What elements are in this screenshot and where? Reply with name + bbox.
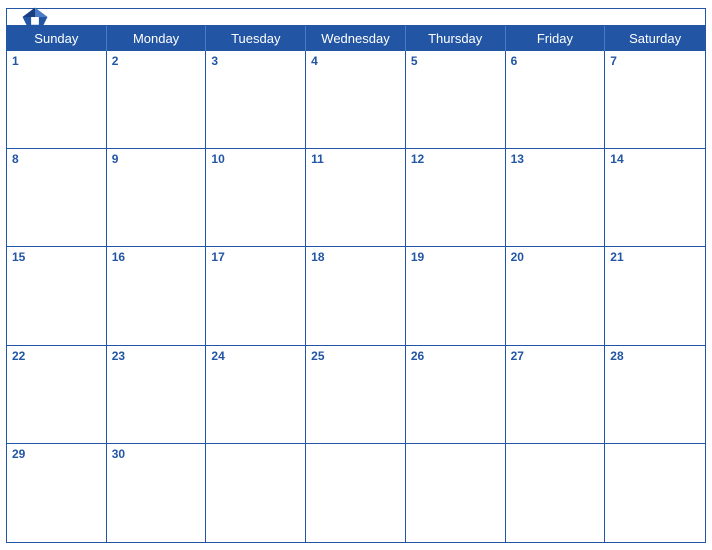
day-cell: 15 — [7, 247, 107, 344]
week-row-4: 22 23 24 25 26 27 28 — [7, 346, 705, 444]
calendar-header — [7, 9, 705, 25]
day-number: 15 — [12, 250, 101, 264]
day-number: 5 — [411, 54, 500, 68]
day-cell: 28 — [605, 346, 705, 443]
day-number: 14 — [610, 152, 700, 166]
day-number: 2 — [112, 54, 201, 68]
day-cell: 7 — [605, 51, 705, 148]
generalblue-logo-icon — [21, 6, 49, 28]
day-cell: 24 — [206, 346, 306, 443]
day-number: 16 — [112, 250, 201, 264]
day-number: 28 — [610, 349, 700, 363]
day-number: 7 — [610, 54, 700, 68]
day-number: 29 — [12, 447, 101, 461]
day-cell: 3 — [206, 51, 306, 148]
day-cell — [306, 444, 406, 541]
day-cell: 29 — [7, 444, 107, 541]
day-cell: 14 — [605, 149, 705, 246]
day-cell: 9 — [107, 149, 207, 246]
day-header-wednesday: Wednesday — [306, 26, 406, 51]
day-number: 13 — [511, 152, 600, 166]
day-cell: 30 — [107, 444, 207, 541]
logo — [21, 6, 49, 28]
day-cell: 26 — [406, 346, 506, 443]
day-number: 27 — [511, 349, 600, 363]
day-number: 26 — [411, 349, 500, 363]
day-cell — [406, 444, 506, 541]
day-cell: 4 — [306, 51, 406, 148]
day-header-saturday: Saturday — [605, 26, 705, 51]
day-cell: 13 — [506, 149, 606, 246]
weeks-container: 1234567891011121314151617181920212223242… — [7, 51, 705, 542]
day-cell: 1 — [7, 51, 107, 148]
day-cell: 5 — [406, 51, 506, 148]
day-headers-row: SundayMondayTuesdayWednesdayThursdayFrid… — [7, 26, 705, 51]
day-cell: 16 — [107, 247, 207, 344]
day-number: 20 — [511, 250, 600, 264]
week-row-2: 89 10 11 12 13 14 — [7, 149, 705, 247]
day-cell: 19 — [406, 247, 506, 344]
day-cell: 10 — [206, 149, 306, 246]
day-cell — [206, 444, 306, 541]
day-cell: 23 — [107, 346, 207, 443]
week-row-5: 29 30 — [7, 444, 705, 541]
day-cell: 22 — [7, 346, 107, 443]
day-cell: 21 — [605, 247, 705, 344]
day-number: 24 — [211, 349, 300, 363]
day-number: 12 — [411, 152, 500, 166]
day-number: 11 — [311, 152, 400, 166]
day-number: 6 — [511, 54, 600, 68]
day-number: 21 — [610, 250, 700, 264]
day-header-monday: Monday — [107, 26, 207, 51]
day-header-sunday: Sunday — [7, 26, 107, 51]
day-cell: 11 — [306, 149, 406, 246]
day-number: 17 — [211, 250, 300, 264]
day-number: 18 — [311, 250, 400, 264]
day-cell: 12 — [406, 149, 506, 246]
day-number: 9 — [112, 152, 201, 166]
week-row-3: 15 16 17 18 19 20 21 — [7, 247, 705, 345]
day-number: 4 — [311, 54, 400, 68]
day-number: 22 — [12, 349, 101, 363]
day-cell: 17 — [206, 247, 306, 344]
day-number: 25 — [311, 349, 400, 363]
day-cell: 6 — [506, 51, 606, 148]
day-header-tuesday: Tuesday — [206, 26, 306, 51]
day-header-friday: Friday — [506, 26, 606, 51]
day-cell — [506, 444, 606, 541]
week-row-1: 1234567 — [7, 51, 705, 149]
day-number: 1 — [12, 54, 101, 68]
calendar: SundayMondayTuesdayWednesdayThursdayFrid… — [6, 8, 706, 543]
day-cell: 20 — [506, 247, 606, 344]
day-cell — [605, 444, 705, 541]
day-number: 30 — [112, 447, 201, 461]
day-number: 3 — [211, 54, 300, 68]
day-cell: 18 — [306, 247, 406, 344]
day-cell: 8 — [7, 149, 107, 246]
day-cell: 2 — [107, 51, 207, 148]
day-number: 10 — [211, 152, 300, 166]
day-cell: 27 — [506, 346, 606, 443]
day-header-thursday: Thursday — [406, 26, 506, 51]
day-number: 23 — [112, 349, 201, 363]
calendar-grid: SundayMondayTuesdayWednesdayThursdayFrid… — [7, 25, 705, 542]
day-number: 8 — [12, 152, 101, 166]
day-cell: 25 — [306, 346, 406, 443]
day-number: 19 — [411, 250, 500, 264]
